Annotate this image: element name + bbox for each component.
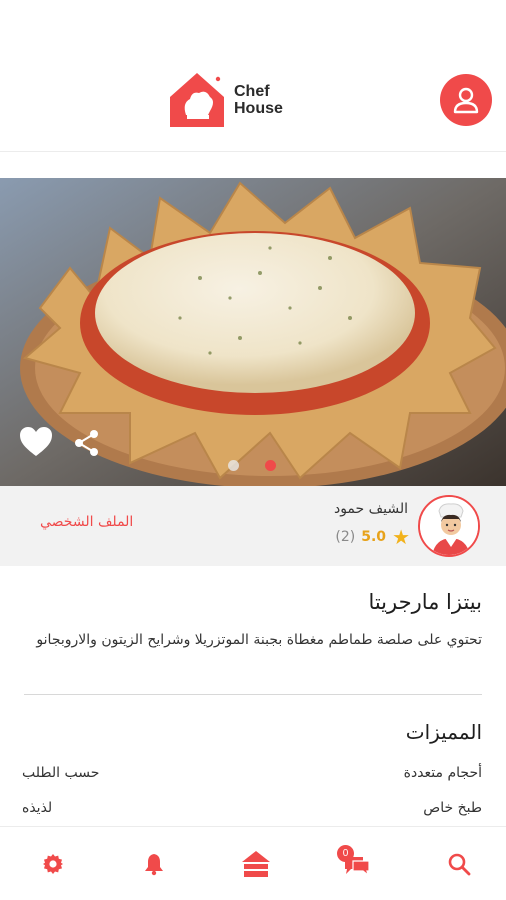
bottom-navigation [0,826,506,900]
feature-label: طبخ خاص [423,800,482,816]
feature-value: حسب الطلب [22,765,100,781]
settings-icon [43,854,63,874]
logo-text: Chef House [234,83,283,117]
logo-line-1: Chef [234,83,270,100]
feature-value: لذيذه [22,800,53,816]
chef-house-logo[interactable]: Chef House [168,70,288,130]
home-icon [242,851,270,877]
logo-line-2: House [234,100,283,117]
feature-label: أحجام متعددة [403,765,482,781]
features-heading: المميزات [405,720,482,744]
chef-rating: (2) 5.0 ★ [335,527,410,547]
user-profile-button[interactable] [440,74,492,126]
carousel-indicator [228,460,276,471]
chef-hat-house-icon [170,73,224,127]
nav-notifications[interactable] [139,849,169,879]
star-icon: ★ [392,525,410,549]
recipe-title: بيتزا مارجريتا [368,590,482,614]
recipe-description: تحتوي على صلصة طماطم مغطاة بجبنة الموتزر… [36,632,482,648]
heart-icon[interactable] [18,425,54,459]
chef-profile-link[interactable]: الملف الشخصي [40,514,133,530]
messages-badge: 0 [337,845,354,862]
carousel-dot[interactable] [228,460,239,471]
chef-info-bar: الشيف حمود (2) 5.0 ★ الملف الشخصي [0,486,506,566]
chef-name[interactable]: الشيف حمود [334,501,408,517]
share-icon[interactable] [72,428,102,458]
nav-home[interactable] [241,849,271,879]
search-icon [448,853,471,876]
rating-score: 5.0 [361,529,387,545]
nav-search[interactable] [444,849,474,879]
carousel-dot-active[interactable] [265,460,276,471]
bell-icon [145,854,163,876]
chef-avatar[interactable] [418,495,480,557]
rating-count: (2) [335,529,356,545]
chef-avatar-icon [420,497,478,555]
user-icon [453,87,479,114]
nav-settings[interactable] [38,849,68,879]
app-header: Chef House [0,0,506,152]
section-divider [24,694,482,695]
